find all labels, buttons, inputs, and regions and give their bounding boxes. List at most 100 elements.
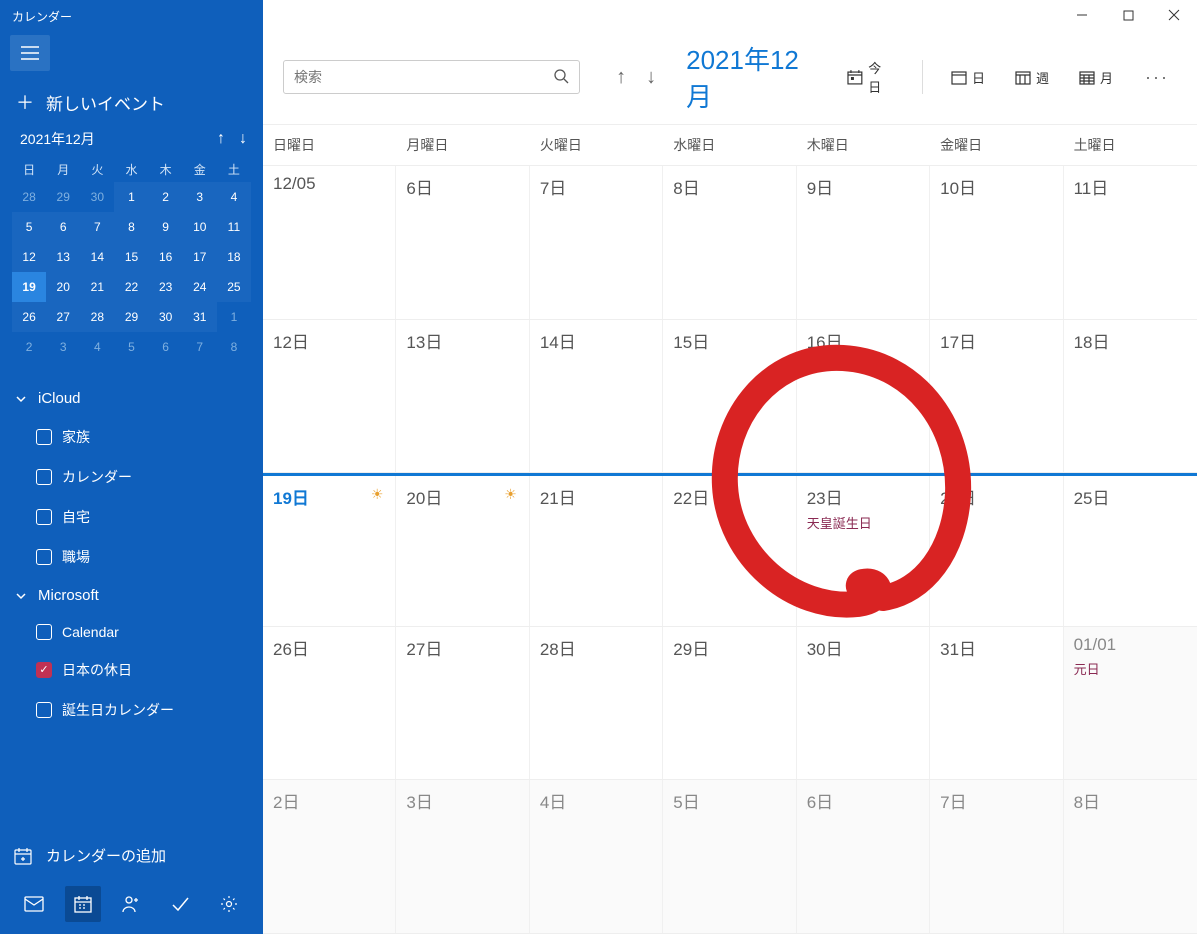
day-cell[interactable]: 3日 <box>396 780 529 933</box>
mini-day-cell[interactable]: 29 <box>114 302 148 332</box>
calendar-item[interactable]: 誕生日カレンダー <box>0 690 263 730</box>
mini-day-cell[interactable]: 13 <box>46 242 80 272</box>
day-cell[interactable]: 18日 <box>1064 320 1197 473</box>
day-cell[interactable]: 16日 <box>797 320 930 473</box>
day-cell[interactable]: 10日 <box>930 166 1063 319</box>
day-cell[interactable]: 8日 <box>663 166 796 319</box>
maximize-button[interactable] <box>1105 0 1151 30</box>
today-button[interactable]: 今日 <box>841 54 900 100</box>
day-cell[interactable]: 8日 <box>1064 780 1197 933</box>
day-cell[interactable]: 6日 <box>396 166 529 319</box>
mini-day-cell[interactable]: 21 <box>80 272 114 302</box>
mini-day-cell[interactable]: 24 <box>183 272 217 302</box>
mini-day-cell[interactable]: 27 <box>46 302 80 332</box>
mini-day-cell[interactable]: 6 <box>46 212 80 242</box>
calendar-checkbox[interactable] <box>36 662 52 678</box>
mini-day-cell[interactable]: 10 <box>183 212 217 242</box>
day-cell[interactable]: 29日 <box>663 627 796 780</box>
calendar-item[interactable]: 家族 <box>0 417 263 457</box>
mini-day-cell[interactable]: 15 <box>114 242 148 272</box>
calendar-item[interactable]: 職場 <box>0 537 263 577</box>
calendar-item[interactable]: 自宅 <box>0 497 263 537</box>
mini-day-cell[interactable]: 14 <box>80 242 114 272</box>
calendar-checkbox[interactable] <box>36 624 52 640</box>
mini-day-cell[interactable]: 2 <box>149 182 183 212</box>
day-cell[interactable]: 11日 <box>1064 166 1197 319</box>
day-view-button[interactable]: 日 <box>945 64 991 91</box>
day-cell[interactable]: 7日 <box>530 166 663 319</box>
day-cell[interactable]: 2日 <box>263 780 396 933</box>
mini-day-cell[interactable]: 3 <box>183 182 217 212</box>
day-cell[interactable]: 5日 <box>663 780 796 933</box>
day-cell[interactable]: 28日 <box>530 627 663 780</box>
mini-day-cell[interactable]: 19 <box>12 272 46 302</box>
mini-next-button[interactable]: ↓ <box>239 130 247 148</box>
mini-day-cell[interactable]: 17 <box>183 242 217 272</box>
mini-day-cell[interactable]: 5 <box>12 212 46 242</box>
people-button[interactable] <box>114 886 150 922</box>
new-event-button[interactable]: ＋ 新しいイベント <box>0 81 263 129</box>
mini-day-cell[interactable]: 3 <box>46 332 80 362</box>
search-box[interactable] <box>283 60 580 94</box>
settings-button[interactable] <box>211 886 247 922</box>
day-cell[interactable]: 01/01元日 <box>1064 627 1197 780</box>
day-cell[interactable]: 30日 <box>797 627 930 780</box>
day-cell[interactable]: 26日 <box>263 627 396 780</box>
mini-day-cell[interactable]: 22 <box>114 272 148 302</box>
mini-day-cell[interactable]: 4 <box>80 332 114 362</box>
calendar-checkbox[interactable] <box>36 469 52 485</box>
day-cell[interactable]: 19日☀ <box>263 476 396 626</box>
mini-day-cell[interactable]: 29 <box>46 182 80 212</box>
day-cell[interactable]: 9日 <box>797 166 930 319</box>
calendar-button[interactable] <box>65 886 101 922</box>
mini-day-cell[interactable]: 12 <box>12 242 46 272</box>
mini-day-cell[interactable]: 18 <box>217 242 251 272</box>
day-cell[interactable]: 31日 <box>930 627 1063 780</box>
mini-day-cell[interactable]: 11 <box>217 212 251 242</box>
calendar-checkbox[interactable] <box>36 702 52 718</box>
mini-day-cell[interactable]: 8 <box>114 212 148 242</box>
day-cell[interactable]: 7日 <box>930 780 1063 933</box>
mini-day-cell[interactable]: 9 <box>149 212 183 242</box>
mini-day-cell[interactable]: 6 <box>149 332 183 362</box>
mini-day-cell[interactable]: 28 <box>80 302 114 332</box>
mini-day-cell[interactable]: 1 <box>217 302 251 332</box>
day-cell[interactable]: 27日 <box>396 627 529 780</box>
mini-day-cell[interactable]: 2 <box>12 332 46 362</box>
more-button[interactable]: ··· <box>1137 67 1177 88</box>
mini-day-cell[interactable]: 1 <box>114 182 148 212</box>
search-input[interactable] <box>294 69 553 85</box>
day-cell[interactable]: 24日 <box>930 476 1063 626</box>
calendar-checkbox[interactable] <box>36 509 52 525</box>
mini-day-cell[interactable]: 7 <box>183 332 217 362</box>
day-cell[interactable]: 22日 <box>663 476 796 626</box>
mini-day-cell[interactable]: 16 <box>149 242 183 272</box>
day-cell[interactable]: 23日天皇誕生日 <box>797 476 930 626</box>
day-cell[interactable]: 14日 <box>530 320 663 473</box>
day-cell[interactable]: 21日 <box>530 476 663 626</box>
next-month-button[interactable]: ↓ <box>640 62 662 93</box>
day-cell[interactable]: 13日 <box>396 320 529 473</box>
mini-day-cell[interactable]: 31 <box>183 302 217 332</box>
todo-button[interactable] <box>162 886 198 922</box>
mini-day-cell[interactable]: 7 <box>80 212 114 242</box>
calendar-item[interactable]: カレンダー <box>0 457 263 497</box>
add-calendar-button[interactable]: カレンダーの追加 <box>0 835 263 876</box>
mini-prev-button[interactable]: ↑ <box>217 130 225 148</box>
day-cell[interactable]: 4日 <box>530 780 663 933</box>
day-cell[interactable]: 25日 <box>1064 476 1197 626</box>
mini-day-cell[interactable]: 25 <box>217 272 251 302</box>
week-view-button[interactable]: 週 <box>1009 64 1055 91</box>
day-cell[interactable]: 15日 <box>663 320 796 473</box>
mini-day-cell[interactable]: 23 <box>149 272 183 302</box>
day-cell[interactable]: 12日 <box>263 320 396 473</box>
mini-day-cell[interactable]: 8 <box>217 332 251 362</box>
mini-day-cell[interactable]: 5 <box>114 332 148 362</box>
month-view-button[interactable]: 月 <box>1073 64 1119 91</box>
mini-day-cell[interactable]: 26 <box>12 302 46 332</box>
minimize-button[interactable] <box>1059 0 1105 30</box>
mini-day-cell[interactable]: 30 <box>80 182 114 212</box>
hamburger-button[interactable] <box>10 35 50 71</box>
calendar-checkbox[interactable] <box>36 549 52 565</box>
search-icon[interactable] <box>553 68 569 87</box>
